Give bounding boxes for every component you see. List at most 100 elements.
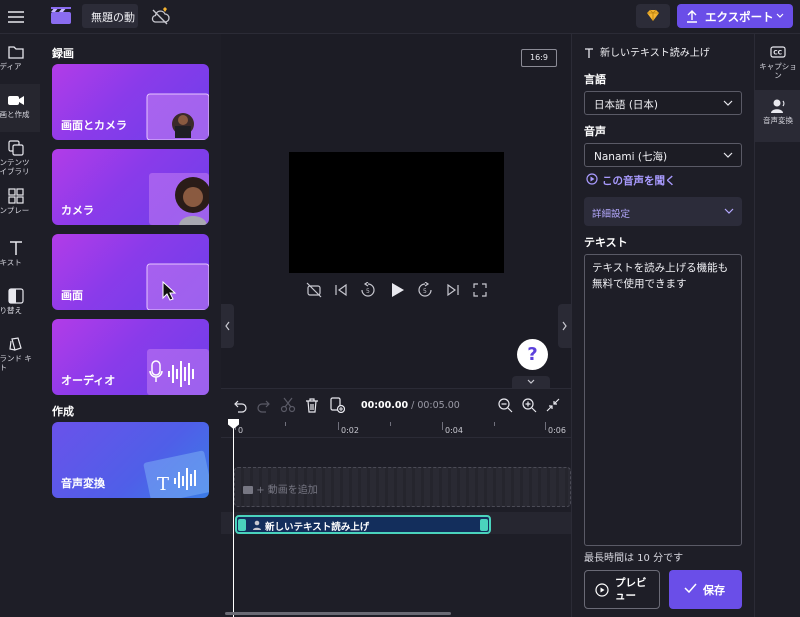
- panel-title: 新しいテキスト読み上げ: [600, 48, 710, 59]
- trash-icon[interactable]: [304, 397, 320, 413]
- video-track-drop-zone[interactable]: + 動画を追加: [234, 467, 571, 507]
- timeline-scrollbar[interactable]: [225, 612, 451, 615]
- language-label: 言語: [584, 73, 606, 86]
- play-circle-icon: [586, 173, 598, 185]
- chevron-down-icon: [776, 13, 784, 18]
- help-button[interactable]: ?: [517, 339, 548, 370]
- brand-kit-icon: [9, 337, 22, 351]
- fullscreen-icon[interactable]: [472, 282, 488, 298]
- rewind-5-icon[interactable]: 5: [360, 282, 376, 298]
- chevron-left-icon: [225, 321, 230, 331]
- fit-timeline-icon[interactable]: [545, 397, 561, 413]
- nav-label: コンテンツ ライブラリ: [0, 158, 30, 176]
- top-bar: 無題の動 エクスポート: [0, 0, 800, 34]
- export-label: エクスポート: [705, 10, 774, 24]
- play-circle-icon: [595, 583, 609, 597]
- forward-5-icon[interactable]: 5: [417, 282, 433, 298]
- clip-trim-handle-left[interactable]: [238, 519, 246, 531]
- undo-icon[interactable]: [232, 397, 248, 413]
- clip-label: 新しいテキスト読み上げ: [265, 522, 370, 533]
- video-camera-icon: [8, 96, 24, 105]
- microphone-waveform-illustration: [147, 349, 209, 395]
- svg-text:5: 5: [423, 288, 427, 295]
- clip-trim-handle-right[interactable]: [480, 519, 488, 531]
- export-button[interactable]: エクスポート: [677, 4, 793, 28]
- camera-person-illustration: [149, 173, 209, 225]
- camera-off-icon[interactable]: [306, 282, 322, 298]
- timecode: 00:00.00 / 00:05.00: [361, 400, 460, 411]
- nav-label: テキスト: [0, 258, 22, 267]
- text-icon: [10, 241, 22, 255]
- card-label: 画面とカメラ: [61, 119, 127, 132]
- zoom-out-icon[interactable]: [497, 397, 513, 413]
- voice-value: Nanami (七海): [594, 151, 668, 163]
- nav-text[interactable]: テキスト: [0, 232, 40, 280]
- nav-media[interactable]: メディア: [0, 36, 40, 84]
- card-screen[interactable]: 画面: [52, 234, 209, 310]
- project-title-input[interactable]: 無題の動: [82, 4, 138, 28]
- panel-header: 新しいテキスト読み上げ: [584, 44, 710, 59]
- text-icon: [585, 47, 593, 58]
- aspect-ratio-button[interactable]: 16:9: [521, 49, 557, 67]
- time-ruler[interactable]: 0 0:02 0:04 0:06: [221, 422, 571, 438]
- voice-label: 音声: [584, 125, 606, 138]
- menu-icon[interactable]: [6, 7, 26, 27]
- create-heading: 作成: [52, 405, 74, 418]
- nav-templates[interactable]: テンプレー ト: [0, 180, 40, 228]
- folder-icon: [8, 46, 24, 59]
- redo-icon[interactable]: [256, 397, 272, 413]
- card-label: カメラ: [61, 204, 94, 217]
- premium-button[interactable]: [636, 4, 670, 28]
- check-icon: [684, 583, 697, 593]
- card-camera[interactable]: カメラ: [52, 149, 209, 225]
- preview-audio-button[interactable]: プレビ ュー: [584, 570, 660, 609]
- tick-label: 0: [238, 426, 244, 435]
- card-audio[interactable]: オーディオ: [52, 319, 209, 395]
- zoom-in-icon[interactable]: [521, 397, 537, 413]
- rail-label: 音声変換: [763, 116, 793, 125]
- voice-select[interactable]: Nanami (七海): [584, 143, 742, 167]
- tick-label: 0:04: [445, 426, 463, 435]
- collapse-right-panel-button[interactable]: [558, 304, 571, 348]
- cloud-sync-off-icon[interactable]: [150, 7, 170, 27]
- card-label: 画面: [61, 289, 83, 302]
- tts-text-input[interactable]: テキストを読み上げる機能も無料で使用できます: [584, 254, 742, 546]
- nav-label: テンプレー ト: [0, 206, 30, 215]
- screen-cursor-illustration: [146, 263, 209, 310]
- text-waveform-illustration: T: [143, 450, 209, 498]
- nav-brand-kit[interactable]: ブランド キ ット: [0, 328, 40, 376]
- playhead-line[interactable]: [233, 419, 234, 617]
- save-button[interactable]: 保存: [669, 570, 742, 609]
- nav-label: メディア: [0, 62, 22, 71]
- card-text-to-speech[interactable]: T 音声変換: [52, 422, 209, 498]
- rail-captions[interactable]: CC キャプショ ン: [755, 36, 800, 88]
- play-icon[interactable]: [389, 282, 405, 298]
- total-time: / 00:05.00: [411, 400, 460, 411]
- nav-transitions[interactable]: 切り替え: [0, 280, 40, 328]
- advanced-settings-toggle[interactable]: 詳細設定: [584, 197, 742, 226]
- collapse-left-panel-button[interactable]: [221, 304, 234, 348]
- scissors-icon[interactable]: [280, 397, 296, 413]
- svg-text:CC: CC: [773, 50, 782, 57]
- rail-label: キャプショ ン: [759, 62, 797, 80]
- video-canvas[interactable]: [289, 152, 504, 273]
- text-label: テキスト: [584, 236, 628, 249]
- add-media-icon[interactable]: [329, 397, 345, 413]
- screen-window-illustration: [146, 93, 209, 140]
- nav-content-library[interactable]: コンテンツ ライブラリ: [0, 132, 40, 180]
- card-screen-and-camera[interactable]: 画面とカメラ: [52, 64, 209, 140]
- add-video-label: + 動画を追加: [243, 481, 318, 496]
- tts-audio-clip[interactable]: 新しいテキスト読み上げ: [235, 515, 491, 534]
- timeline-toggle-button[interactable]: [512, 376, 550, 388]
- skip-forward-icon[interactable]: [445, 282, 461, 298]
- chevron-down-icon: [527, 379, 535, 384]
- chevron-right-icon: [562, 321, 567, 331]
- skip-back-icon[interactable]: [333, 282, 349, 298]
- project-clapper-icon: [50, 6, 72, 26]
- tick-label: 0:06: [548, 426, 566, 435]
- language-select[interactable]: 日本語 (日本): [584, 91, 742, 115]
- current-time: 00:00.00: [361, 400, 409, 411]
- rail-text-to-speech[interactable]: 音声変換: [755, 90, 800, 142]
- nav-record-create[interactable]: 録画と作成: [0, 84, 40, 132]
- upload-icon: [687, 10, 697, 23]
